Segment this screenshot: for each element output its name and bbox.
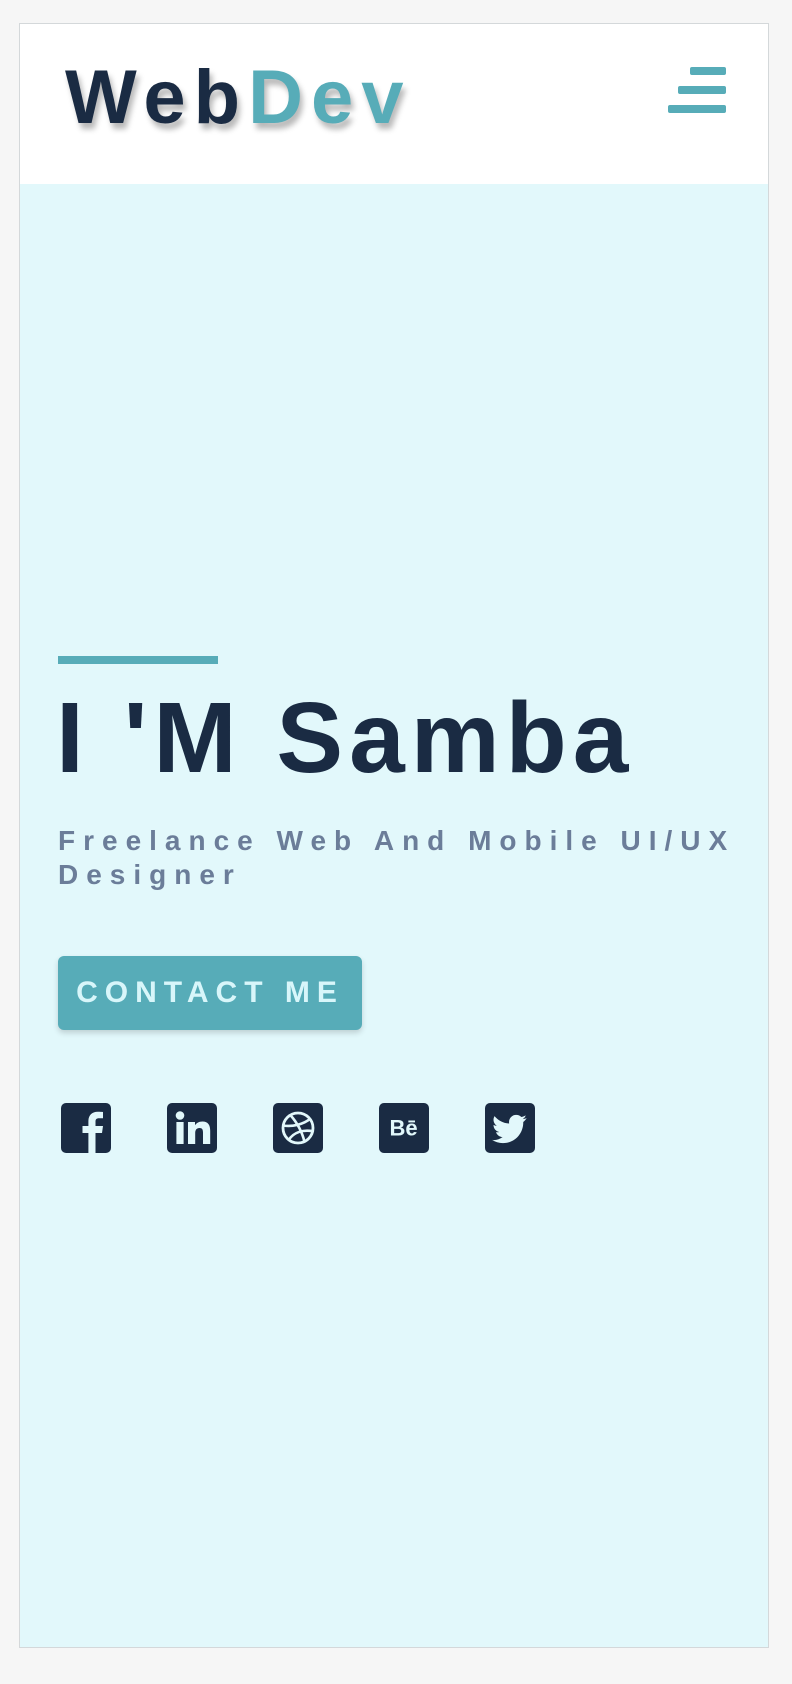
page-frame: WebDev I 'M Samba Freelance Web And Mobi… xyxy=(19,23,769,1648)
behance-icon[interactable]: Bē xyxy=(379,1103,429,1153)
navbar: WebDev xyxy=(20,24,768,184)
headline-accent-line xyxy=(58,656,218,664)
svg-text:Bē: Bē xyxy=(389,1116,417,1141)
linkedin-icon[interactable] xyxy=(167,1103,217,1153)
logo-text-dev: Dev xyxy=(248,55,412,140)
facebook-icon[interactable] xyxy=(61,1103,111,1153)
hero-subtitle: Freelance Web And Mobile UI/UX Designer xyxy=(58,825,736,890)
logo-text-web: Web xyxy=(65,55,249,140)
menu-bar-top xyxy=(690,67,726,75)
dribbble-icon[interactable] xyxy=(273,1103,323,1153)
menu-bar-middle xyxy=(678,86,726,94)
contact-me-button[interactable]: CONTACT ME xyxy=(58,956,362,1030)
hero-headline: I 'M Samba xyxy=(56,682,635,794)
logo[interactable]: WebDev xyxy=(65,60,411,136)
hamburger-menu-icon[interactable] xyxy=(668,67,726,127)
twitter-icon[interactable] xyxy=(485,1103,535,1153)
menu-bar-bottom xyxy=(668,105,726,113)
